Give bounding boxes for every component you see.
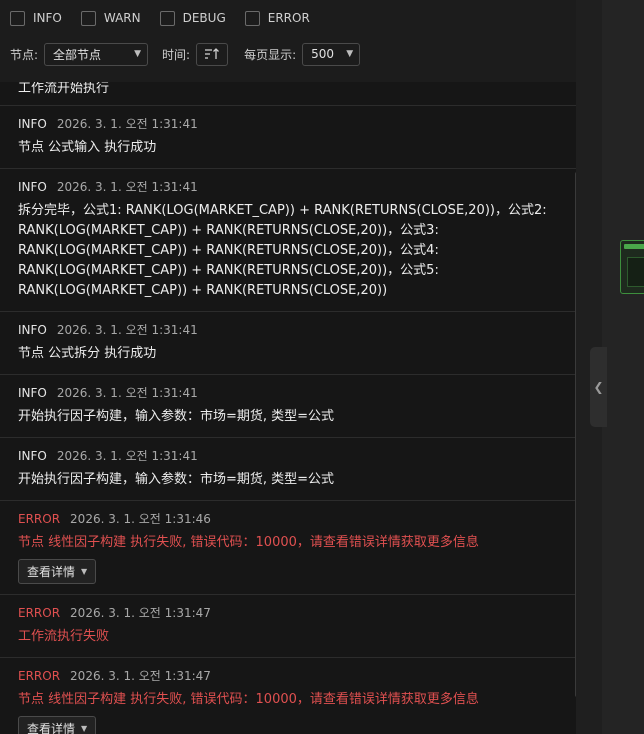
chevron-down-icon: ▼ — [346, 49, 354, 59]
log-entry: ERROR 2026. 3. 1. 오전 1:31:47 工作流执行失败 — [0, 595, 576, 658]
log-timestamp: 2026. 3. 1. 오전 1:31:41 — [56, 180, 198, 194]
log-meta: INFO 2026. 3. 1. 오전 1:31:41 — [18, 384, 558, 401]
log-message: 开始执行因子构建，输入参数：市场=期货, 类型=公式 — [18, 472, 335, 487]
view-details-button[interactable]: 查看详情 ▼ — [18, 716, 97, 734]
view-details-label: 查看详情 — [27, 565, 76, 579]
log-timestamp: 2026. 3. 1. 오전 1:31:41 — [56, 386, 198, 400]
log-level: ERROR — [18, 606, 61, 620]
filter-label: DEBUG — [182, 11, 226, 25]
page-size-label: 每页显示: — [244, 47, 297, 62]
chevron-left-icon: ❮ — [593, 380, 604, 394]
log-timestamp: 2026. 3. 1. 오전 1:31:41 — [56, 117, 198, 131]
checkbox-box[interactable] — [159, 10, 175, 26]
log-message: 开始执行因子构建，输入参数：市场=期货, 类型=公式 — [18, 409, 335, 424]
filter-info-checkbox[interactable]: INFO — [10, 10, 62, 26]
log-message: 节点 公式拆分 执行成功 — [18, 346, 157, 361]
log-level: ERROR — [18, 669, 61, 683]
page-size-value: 500 — [311, 47, 335, 61]
log-meta: INFO 2026. 3. 1. 오전 1:31:41 — [18, 447, 558, 464]
log-level: INFO — [18, 449, 47, 463]
log-message: 节点 线性因子构建 执行失败, 错误代码：10000，请查看错误详情获取更多信息 — [18, 535, 479, 550]
log-entry: INFO 2026. 3. 1. 오전 1:31:41 节点 公式拆分 执行成功 — [0, 312, 576, 375]
log-entry: INFO 2026. 3. 1. 오전 1:31:41 节点 公式输入 执行成功 — [0, 106, 576, 169]
collapse-panel-button[interactable]: ❮ — [590, 347, 607, 427]
log-toolbar: 节点: 全部节点 ▼ 时间: 每页显示: 500 ▼ — [0, 36, 576, 72]
time-sort-button[interactable] — [196, 42, 229, 66]
log-level: INFO — [18, 323, 47, 337]
log-meta: INFO 2026. 3. 1. 오전 1:31:41 — [18, 178, 558, 195]
log-timestamp: 2026. 3. 1. 오전 1:31:41 — [56, 449, 198, 463]
log-entry: ERROR 2026. 3. 1. 오전 1:31:47 节点 线性因子构建 执行失… — [0, 658, 576, 734]
log-level: INFO — [18, 386, 47, 400]
checkbox-box[interactable] — [10, 10, 25, 26]
log-level: INFO — [18, 117, 47, 131]
node-select[interactable]: 全部节点 ▼ — [44, 42, 149, 66]
filter-label: WARN — [103, 11, 141, 25]
log-timestamp: 2026. 3. 1. 오전 1:31:47 — [70, 606, 211, 620]
log-entry: INFO 2026. 3. 1. 오전 1:31:41 拆分完毕，公式1: RANK… — [0, 169, 576, 312]
canvas-area[interactable] — [602, 0, 644, 734]
node-header — [624, 244, 644, 249]
log-meta: INFO 2026. 3. 1. 오전 1:31:41 — [18, 115, 558, 132]
log-message: 工作流执行失败 — [18, 629, 110, 644]
log-entry: INFO 2026. 3. 1. 오전 1:31:41 开始执行因子构建，输入参数：… — [0, 438, 576, 501]
log-entry: INFO 2026. 3. 1. 오전 1:31:41 开始执行因子构建，输入参数：… — [0, 375, 576, 438]
log-timestamp: 2026. 3. 1. 오전 1:31:46 — [70, 512, 211, 526]
log-timestamp: 2026. 3. 1. 오전 1:31:47 — [70, 669, 211, 683]
sort-ascending-icon — [205, 48, 220, 59]
level-filter-bar: INFO WARN DEBUG ERROR — [0, 0, 576, 36]
page-size-select[interactable]: 500 ▼ — [302, 42, 361, 66]
node-body — [627, 257, 644, 287]
filter-label: INFO — [33, 11, 62, 25]
log-level: INFO — [18, 180, 47, 194]
log-message: 节点 公式输入 执行成功 — [18, 140, 157, 155]
node-label: 节点: — [10, 47, 39, 62]
log-level: ERROR — [18, 512, 61, 526]
filter-error-checkbox[interactable]: ERROR — [244, 10, 310, 26]
log-meta: INFO 2026. 3. 1. 오전 1:31:41 — [18, 321, 558, 338]
log-meta: ERROR 2026. 3. 1. 오전 1:31:47 — [18, 667, 558, 684]
log-panel: INFO WARN DEBUG ERROR 节点: 全部节点 ▼ 时间: 每页显… — [0, 0, 576, 734]
view-details-label: 查看详情 — [27, 722, 76, 734]
log-timestamp: 2026. 3. 1. 오전 1:31:41 — [56, 323, 198, 337]
log-meta: ERROR 2026. 3. 1. 오전 1:31:46 — [18, 510, 558, 527]
time-label: 时间: — [162, 47, 191, 62]
log-entry: ERROR 2026. 3. 1. 오전 1:31:46 节点 线性因子构建 执行失… — [0, 501, 576, 595]
log-meta: ERROR 2026. 3. 1. 오전 1:31:47 — [18, 604, 558, 621]
view-details-button[interactable]: 查看详情 ▼ — [18, 559, 97, 584]
log-entry-partial: 工作流开始执行 — [0, 82, 576, 106]
log-message: 节点 线性因子构建 执行失败, 错误代码：10000，请查看错误详情获取更多信息 — [18, 692, 479, 707]
log-message: 工作流开始执行 — [18, 82, 110, 96]
chevron-down-icon: ▼ — [81, 567, 88, 576]
log-list[interactable]: 工作流开始执行 INFO 2026. 3. 1. 오전 1:31:41 节点 公式输… — [0, 82, 576, 734]
chevron-down-icon: ▼ — [81, 724, 88, 733]
filter-warn-checkbox[interactable]: WARN — [80, 10, 141, 26]
filter-debug-checkbox[interactable]: DEBUG — [159, 10, 226, 26]
chevron-down-icon: ▼ — [134, 49, 142, 59]
checkbox-box[interactable] — [244, 10, 260, 26]
checkbox-box[interactable] — [80, 10, 96, 26]
node-select-value: 全部节点 — [53, 47, 102, 62]
workflow-node-preview[interactable] — [620, 240, 644, 294]
log-message: 拆分完毕，公式1: RANK(LOG(MARKET_CAP)) + RANK(R… — [18, 203, 547, 298]
filter-label: ERROR — [267, 11, 310, 25]
